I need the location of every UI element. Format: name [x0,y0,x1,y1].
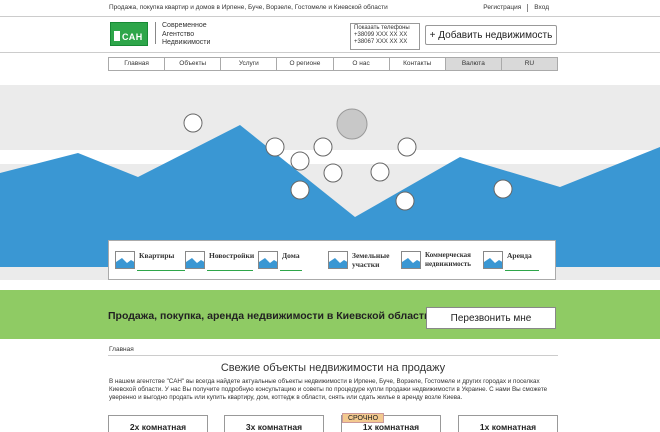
category-label: Новостройки [209,251,255,260]
breadcrumb-divider [108,355,558,356]
callback-button[interactable]: Перезвонить мне [426,307,556,329]
urgent-badge: СРОЧНО [342,413,384,423]
breadcrumb[interactable]: Главная [109,346,134,353]
category-label: Дома [282,251,300,260]
company-line: Современное [162,22,207,29]
bubble-circle [290,151,310,171]
phones-box[interactable]: Показать телефоны +38099 XXX XX XX +3806… [350,23,420,50]
category-label: Земельные участки [352,251,390,269]
nav-item-region[interactable]: О регионе [277,58,334,70]
phones-label[interactable]: Показать телефоны [354,25,416,32]
category-bar: Квартиры Новостройки Дома Земельные учас… [108,240,556,280]
bubble-circle [290,180,310,200]
language-select[interactable]: RU [501,58,557,70]
company-line: Агентство [162,30,195,38]
bubble-circle [493,179,513,199]
bubble-circle [395,191,415,211]
nav-item-services[interactable]: Услуги [221,58,278,70]
nav-item-objects[interactable]: Объекты [165,58,222,70]
bubble-circle [183,113,203,133]
site-tagline: Продажа, покупка квартир и домов в Ирпен… [109,4,388,11]
bubble-circle [313,137,333,157]
login-link[interactable]: Вход [528,4,555,12]
nav-item-contacts[interactable]: Контакты [389,58,446,70]
image-placeholder-icon [258,251,278,269]
image-placeholder-icon [328,251,348,269]
listing-card[interactable]: 3х комнатная [224,415,324,432]
category-label: Аренда [507,251,532,260]
logo-divider [155,22,156,44]
nav-item-about[interactable]: О нас [333,58,390,70]
listing-card[interactable]: 1х комнатная [458,415,558,432]
register-link[interactable]: Регистрация [477,4,527,12]
category-rent[interactable]: Аренда [483,247,553,275]
company-line: Недвижимости [162,39,211,46]
logo-text: САН [122,32,143,42]
main-nav: Главная Объекты Услуги О регионе О нас К… [108,57,558,71]
intro-text: В нашем агентстве "САН" вы всегда найдет… [109,378,548,401]
image-placeholder-icon [401,251,421,269]
category-apartments[interactable]: Квартиры [115,247,185,275]
image-placeholder-icon [115,251,135,269]
phone-number: +38067 XXX XX XX [354,39,408,45]
add-property-button[interactable]: + Добавить недвижимость [425,25,557,45]
building-icon [114,31,120,41]
category-underline [280,270,302,271]
header: САН Современное Агентство Недвижимости П… [0,17,660,53]
bubble-circle [370,162,390,182]
sun-circle [336,108,368,140]
bubble-circle [323,163,343,183]
company-name: Современное Агентство Недвижимости [162,22,210,48]
auth-links: Регистрация Вход [477,4,555,12]
listing-cards: 2х комнатная 3х комнатная 1х комнатная 1… [108,415,558,432]
image-placeholder-icon [483,251,503,269]
category-label: Квартиры [139,251,175,260]
promo-title: Продажа, покупка, аренда недвижимости в … [108,310,431,322]
hero-top-strip [0,77,660,85]
category-underline [207,270,253,271]
category-land[interactable]: Земельные участки [328,247,398,275]
phone-number: +38099 XXX XX XX [354,32,408,38]
category-underline [505,270,539,271]
currency-select[interactable]: Валюта [445,58,502,70]
listing-card[interactable]: 2х комнатная [108,415,208,432]
bubble-circle [265,137,285,157]
bubble-circle [397,137,417,157]
nav-item-home[interactable]: Главная [109,58,166,70]
category-label: Коммерческая недвижимость [425,251,471,268]
promo-band: Продажа, покупка, аренда недвижимости в … [0,290,660,339]
category-houses[interactable]: Дома [258,247,324,275]
image-placeholder-icon [185,251,205,269]
category-commercial[interactable]: Коммерческая недвижимость [401,247,481,275]
site-logo[interactable]: САН [110,22,148,46]
category-new-buildings[interactable]: Новостройки [185,247,257,275]
top-bar: Продажа, покупка квартир и домов в Ирпен… [0,0,660,17]
section-title: Свежие объекты недвижимости на продажу [220,362,446,374]
category-underline [137,270,185,271]
